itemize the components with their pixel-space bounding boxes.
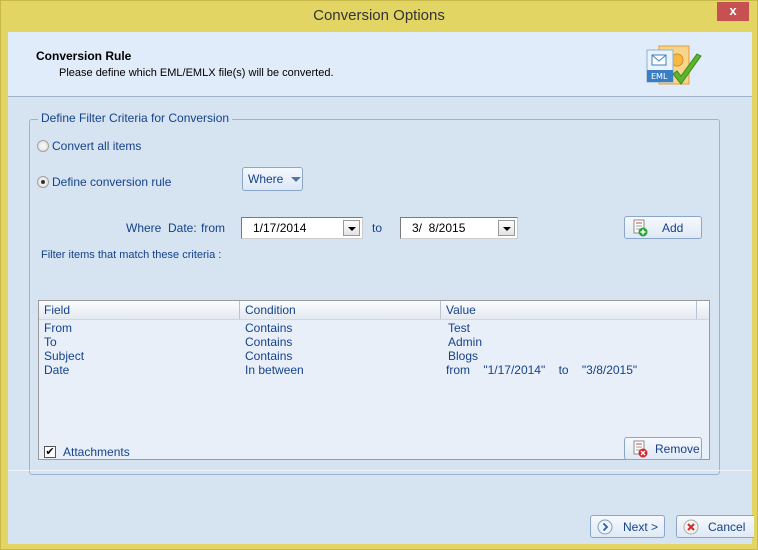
cell-condition: Contains (245, 335, 293, 349)
next-button-label: Next > (623, 519, 659, 534)
next-button[interactable]: Next > (590, 515, 665, 538)
where-dropdown-label: Where (248, 172, 284, 186)
cell-condition: Contains (245, 321, 293, 335)
criteria-list-header: Field Condition Value (39, 301, 709, 320)
column-header-field[interactable]: Field (39, 301, 240, 319)
add-button[interactable]: Add (624, 216, 702, 239)
table-row[interactable]: Date In between from "1/17/2014" to "3/8… (39, 363, 709, 377)
cell-condition: Contains (245, 349, 293, 363)
attachments-option[interactable]: ✔ Attachments (44, 445, 130, 459)
remove-button[interactable]: Remove (624, 437, 702, 460)
from-label: from (201, 221, 225, 235)
cancel-button[interactable]: Cancel (676, 515, 754, 538)
next-arrow-icon (597, 519, 613, 534)
remove-button-label: Remove (655, 441, 700, 456)
define-rule-option[interactable]: Define conversion rule (37, 175, 171, 189)
cell-field: To (44, 335, 57, 349)
add-rule-icon (633, 219, 648, 236)
header-banner: Conversion Rule Please define which EML/… (8, 32, 752, 97)
calendar-dropdown-icon[interactable] (498, 220, 515, 236)
add-button-label: Add (662, 220, 684, 235)
table-row[interactable]: From Contains Test (39, 321, 709, 335)
convert-all-items-option[interactable]: Convert all items (37, 139, 141, 153)
attachments-label: Attachments (63, 445, 130, 459)
cell-value: Admin (448, 335, 483, 349)
attachments-checkbox[interactable]: ✔ (44, 446, 56, 458)
cell-value: Test (448, 321, 471, 335)
cell-field: Date (44, 363, 70, 377)
convert-all-label: Convert all items (52, 139, 142, 153)
window-title: Conversion Options (313, 7, 445, 24)
where-label: Where (126, 221, 162, 235)
calendar-dropdown-icon[interactable] (343, 220, 360, 236)
column-header-condition[interactable]: Condition (240, 301, 441, 319)
to-date-value: 3/ 8/2015 (412, 221, 466, 235)
cell-field: Subject (44, 349, 85, 363)
dialog-client-area: Conversion Rule Please define which EML/… (8, 32, 754, 544)
date-label: Date: (168, 221, 197, 235)
header-subtitle: Please define which EML/EMLX file(s) wil… (59, 67, 334, 79)
define-rule-label: Define conversion rule (52, 175, 172, 189)
cell-value: Blogs (448, 349, 479, 363)
convert-all-radio[interactable] (37, 140, 49, 152)
criteria-label: Filter items that match these criteria : (41, 249, 222, 261)
table-row[interactable]: To Contains Admin (39, 335, 709, 349)
close-button[interactable]: x (717, 2, 749, 21)
define-rule-radio[interactable] (37, 176, 49, 188)
cell-condition: In between (245, 363, 304, 377)
table-row[interactable]: Subject Contains Blogs (39, 349, 709, 363)
from-date-picker[interactable]: 1/17/2014 (241, 217, 363, 239)
eml-icon-label: EML (651, 72, 668, 81)
from-date-value: 1/17/2014 (253, 221, 307, 235)
cancel-button-label: Cancel (708, 519, 746, 534)
conversion-options-dialog: Conversion Options x Conversion Rule Ple… (0, 0, 758, 550)
filter-criteria-legend: Define Filter Criteria for Conversion (38, 111, 233, 125)
title-bar: Conversion Options x (1, 1, 757, 31)
remove-rule-icon (633, 440, 648, 457)
footer-divider (8, 470, 752, 471)
to-date-picker[interactable]: 3/ 8/2015 (400, 217, 518, 239)
filter-criteria-group: Define Filter Criteria for Conversion Co… (29, 111, 720, 475)
column-header-value[interactable]: Value (441, 301, 697, 319)
cancel-x-icon (683, 519, 699, 534)
header-title: Conversion Rule (36, 49, 132, 63)
to-label: to (372, 221, 383, 235)
cell-value: from "1/17/2014" to "3/8/2015" (446, 363, 638, 377)
where-dropdown-button[interactable]: Where (242, 167, 303, 191)
cell-field: From (44, 321, 72, 335)
eml-conversion-icon: EML (646, 45, 702, 85)
chevron-down-icon (291, 176, 302, 182)
criteria-list[interactable]: Field Condition Value From Contains Test… (38, 300, 710, 460)
